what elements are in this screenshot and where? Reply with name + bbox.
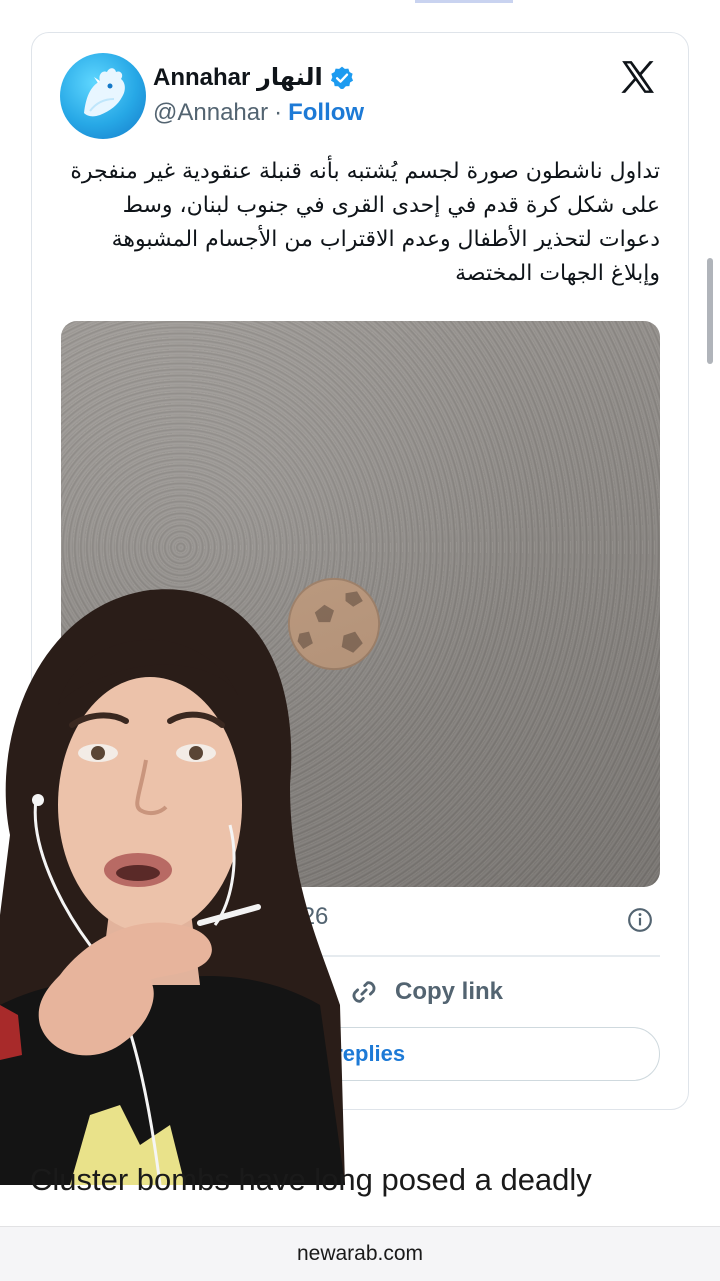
info-icon[interactable] [627, 907, 653, 933]
handle[interactable]: @Annahar [153, 99, 268, 127]
follow-button[interactable]: Follow [288, 99, 364, 127]
browser-address-bar[interactable]: newarab.com [0, 1226, 720, 1281]
presenter-video-overlay [0, 589, 345, 1185]
verified-icon [330, 66, 353, 89]
url-text[interactable]: newarab.com [297, 1242, 423, 1266]
browser-tab-indicator [415, 0, 513, 3]
scrollbar[interactable] [707, 258, 713, 364]
x-logo-icon[interactable] [618, 57, 658, 97]
display-name[interactable]: Annahar النهار [153, 63, 323, 92]
separator-dot: · [274, 99, 283, 126]
tweet-text: تداول ناشطون صورة لجسم يُشتبه بأنه قنبلة… [70, 159, 660, 286]
avatar[interactable] [60, 53, 146, 139]
copy-link-button[interactable]: Copy link [347, 975, 503, 1009]
article-paragraph: Cluster bombs have long posed a deadly [30, 1162, 592, 1197]
link-icon [352, 981, 376, 1003]
rooster-logo-icon [84, 68, 125, 117]
copy-link-label: Copy link [395, 978, 504, 1005]
